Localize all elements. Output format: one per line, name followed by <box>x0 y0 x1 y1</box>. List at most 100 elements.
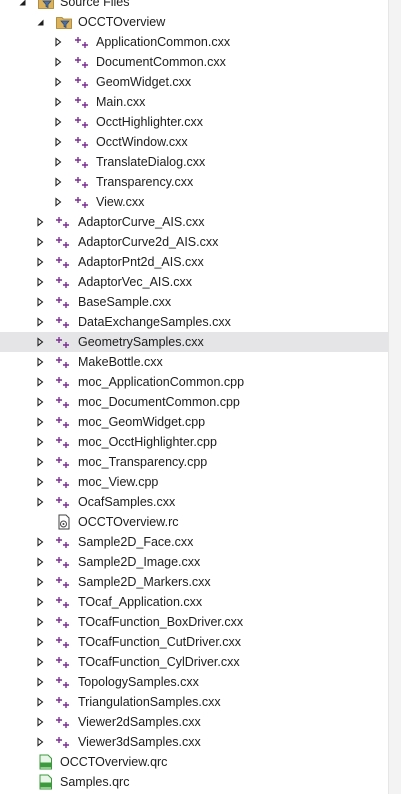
expand-chevron-icon[interactable] <box>33 472 47 492</box>
tree-row[interactable]: TranslateDialog.cxx <box>0 152 388 172</box>
tree-row[interactable]: moc_Transparency.cpp <box>0 452 388 472</box>
tree-row[interactable]: TriangulationSamples.cxx <box>0 692 388 712</box>
expand-chevron-icon[interactable] <box>33 432 47 452</box>
collapse-chevron-icon[interactable] <box>15 0 29 12</box>
tree-row[interactable]: Sample2D_Markers.cxx <box>0 572 388 592</box>
tree-row[interactable]: OcctWindow.cxx <box>0 132 388 152</box>
expand-chevron-icon[interactable] <box>33 732 47 752</box>
expand-chevron-icon[interactable] <box>33 312 47 332</box>
tree-row[interactable]: AdaptorCurve2d_AIS.cxx <box>0 232 388 252</box>
tree-row[interactable]: AdaptorVec_AIS.cxx <box>0 272 388 292</box>
expand-chevron-icon[interactable] <box>33 412 47 432</box>
tree-row[interactable]: AdaptorCurve_AIS.cxx <box>0 212 388 232</box>
tree-row[interactable]: View.cxx <box>0 192 388 212</box>
tree-item-label: OcctWindow.cxx <box>96 135 188 149</box>
tree-item-label: DocumentCommon.cxx <box>96 55 226 69</box>
tree-row[interactable]: TopologySamples.cxx <box>0 672 388 692</box>
tree-row[interactable]: MakeBottle.cxx <box>0 352 388 372</box>
expand-chevron-icon[interactable] <box>33 572 47 592</box>
tree-row[interactable]: moc_View.cpp <box>0 472 388 492</box>
expand-chevron-icon[interactable] <box>33 652 47 672</box>
tree-row[interactable]: moc_GeomWidget.cpp <box>0 412 388 432</box>
tree-row[interactable]: ApplicationCommon.cxx <box>0 32 388 52</box>
tree-row[interactable]: Viewer2dSamples.cxx <box>0 712 388 732</box>
expand-chevron-icon[interactable] <box>33 492 47 512</box>
expand-chevron-icon[interactable] <box>51 92 65 112</box>
expand-chevron-icon[interactable] <box>33 332 47 352</box>
tree-item-label: Sample2D_Face.cxx <box>78 535 194 549</box>
expand-chevron-icon[interactable] <box>33 692 47 712</box>
tree-item-label: TranslateDialog.cxx <box>96 155 206 169</box>
tree-row[interactable]: Transparency.cxx <box>0 172 388 192</box>
expand-chevron-icon[interactable] <box>33 292 47 312</box>
expand-chevron-icon[interactable] <box>51 52 65 72</box>
expand-chevron-icon[interactable] <box>33 352 47 372</box>
cpp-file-icon <box>55 573 73 591</box>
tree-item-label: TOcafFunction_BoxDriver.cxx <box>78 615 244 629</box>
expand-chevron-icon[interactable] <box>33 552 47 572</box>
expand-chevron-icon[interactable] <box>33 232 47 252</box>
expand-chevron-icon[interactable] <box>33 252 47 272</box>
expand-chevron-icon[interactable] <box>51 112 65 132</box>
expand-chevron-icon[interactable] <box>33 672 47 692</box>
expand-chevron-icon[interactable] <box>33 212 47 232</box>
tree-row[interactable]: Main.cxx <box>0 92 388 112</box>
expand-chevron-icon[interactable] <box>51 132 65 152</box>
cpp-file-icon <box>55 253 73 271</box>
tree-row[interactable]: Viewer3dSamples.cxx <box>0 732 388 752</box>
tree-row[interactable]: GeomWidget.cxx <box>0 72 388 92</box>
expand-chevron-icon[interactable] <box>33 712 47 732</box>
tree-item-label: GeomWidget.cxx <box>96 75 192 89</box>
expand-chevron-icon[interactable] <box>33 632 47 652</box>
tree-row[interactable]: DocumentCommon.cxx <box>0 52 388 72</box>
expand-chevron-icon[interactable] <box>33 532 47 552</box>
tree-item-label: Viewer2dSamples.cxx <box>78 715 201 729</box>
tree-item-label: MakeBottle.cxx <box>78 355 163 369</box>
tree-row[interactable]: OCCTOverview <box>0 12 388 32</box>
tree-row[interactable]: moc_DocumentCommon.cpp <box>0 392 388 412</box>
tree-row[interactable]: TOcafFunction_CutDriver.cxx <box>0 632 388 652</box>
expand-chevron-icon[interactable] <box>51 192 65 212</box>
expand-chevron-icon[interactable] <box>51 172 65 192</box>
tree-row[interactable]: BaseSample.cxx <box>0 292 388 312</box>
tree-row[interactable]: moc_OcctHighlighter.cpp <box>0 432 388 452</box>
tree-row[interactable]: OCCTOverview.qrc <box>0 752 388 772</box>
tree-row[interactable]: Sample2D_Image.cxx <box>0 552 388 572</box>
tree-item-label: Sample2D_Image.cxx <box>78 555 201 569</box>
expand-chevron-icon[interactable] <box>51 72 65 92</box>
expand-chevron-icon[interactable] <box>33 452 47 472</box>
tree-row[interactable]: Sample2D_Face.cxx <box>0 532 388 552</box>
expand-chevron-icon[interactable] <box>33 372 47 392</box>
cpp-file-icon <box>74 153 92 171</box>
tree-row[interactable]: OCCTOverview.rc <box>0 512 388 532</box>
tree-row[interactable]: OcafSamples.cxx <box>0 492 388 512</box>
tree-row[interactable]: TOcafFunction_BoxDriver.cxx <box>0 612 388 632</box>
expand-chevron-icon[interactable] <box>51 152 65 172</box>
tree-row[interactable]: TOcafFunction_CylDriver.cxx <box>0 652 388 672</box>
tree-row[interactable]: OcctHighlighter.cxx <box>0 112 388 132</box>
tree-item-label: OCCTOverview.qrc <box>60 755 168 769</box>
tree-item-label: OCCTOverview <box>78 15 166 29</box>
vertical-scrollbar[interactable] <box>388 0 401 794</box>
expand-chevron-icon[interactable] <box>33 612 47 632</box>
tree-row[interactable]: Samples.qrc <box>0 772 388 792</box>
cpp-file-icon <box>55 233 73 251</box>
tree-item-label: Transparency.cxx <box>96 175 194 189</box>
tree-row[interactable]: Source Files <box>0 0 388 12</box>
filter-folder-icon <box>37 0 55 11</box>
tree-row[interactable]: AdaptorPnt2d_AIS.cxx <box>0 252 388 272</box>
expand-chevron-icon[interactable] <box>51 32 65 52</box>
expand-chevron-icon[interactable] <box>33 392 47 412</box>
cpp-file-icon <box>55 353 73 371</box>
tree-row[interactable]: GeometrySamples.cxx <box>0 332 388 352</box>
tree-item-label: moc_View.cpp <box>78 475 159 489</box>
collapse-chevron-icon[interactable] <box>33 12 47 32</box>
expand-chevron-icon[interactable] <box>33 272 47 292</box>
tree-item-label: Samples.qrc <box>60 775 130 789</box>
tree-row[interactable]: moc_ApplicationCommon.cpp <box>0 372 388 392</box>
cpp-file-icon <box>74 73 92 91</box>
expand-chevron-icon[interactable] <box>33 592 47 612</box>
tree-row[interactable]: DataExchangeSamples.cxx <box>0 312 388 332</box>
cpp-file-icon <box>55 653 73 671</box>
tree-row[interactable]: TOcaf_Application.cxx <box>0 592 388 612</box>
